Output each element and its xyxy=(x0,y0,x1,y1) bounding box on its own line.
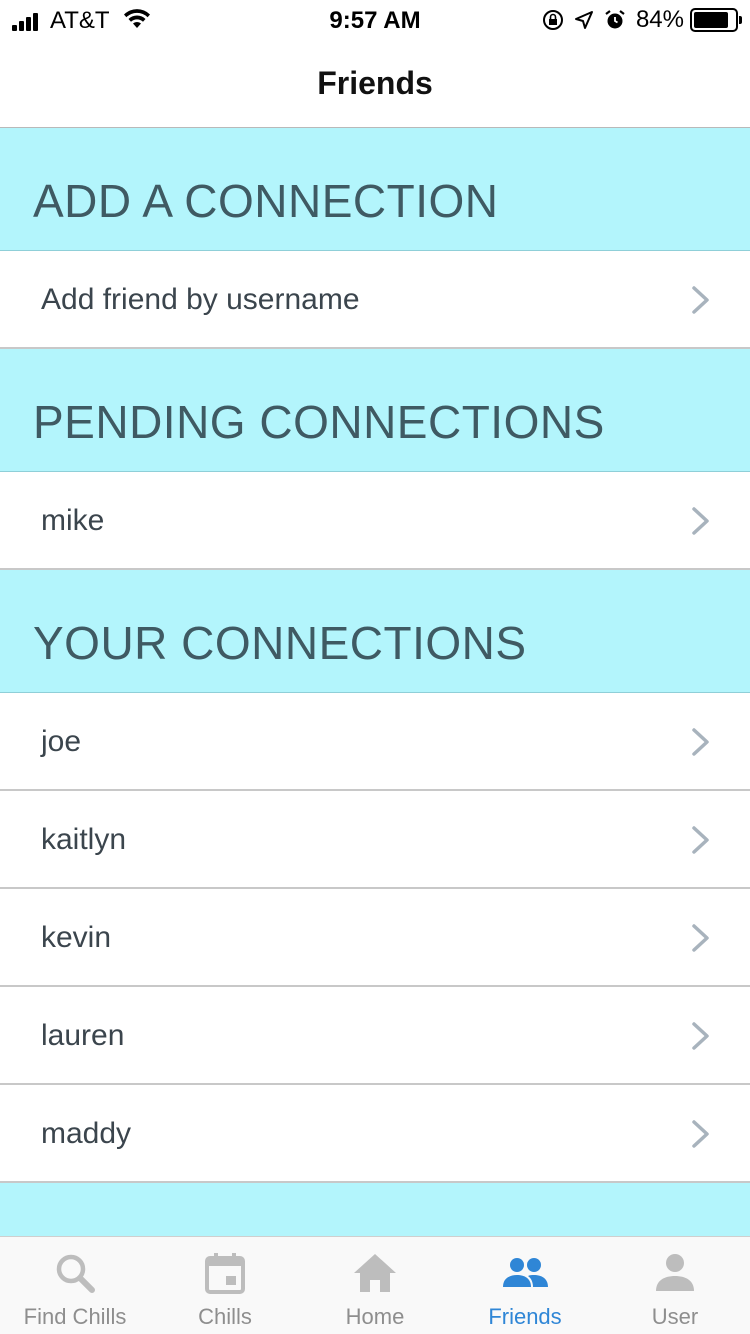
tab-label: Friends xyxy=(488,1304,562,1329)
status-right: 84% xyxy=(542,6,742,33)
connection-row[interactable]: maddy xyxy=(0,1085,750,1183)
section-title-yours: YOUR CONNECTIONS xyxy=(33,617,527,669)
row-label: mike xyxy=(41,504,105,537)
tab-user[interactable]: User xyxy=(600,1237,750,1334)
chevron-right-icon xyxy=(692,728,709,756)
connection-row[interactable]: kevin xyxy=(0,889,750,987)
row-label: joe xyxy=(41,725,82,758)
tab-home[interactable]: Home xyxy=(300,1237,450,1334)
tab-label: Home xyxy=(345,1304,405,1329)
location-arrow-icon xyxy=(574,10,594,30)
tab-label: User xyxy=(651,1304,699,1329)
tab-friends[interactable]: Friends xyxy=(450,1237,600,1334)
tab-chills[interactable]: Chills xyxy=(150,1237,300,1334)
connection-row[interactable]: kaitlyn xyxy=(0,791,750,889)
connection-row[interactable]: lauren xyxy=(0,987,750,1085)
battery-fill xyxy=(694,12,728,28)
page-title: Friends xyxy=(317,65,433,101)
battery-percent: 84% xyxy=(635,6,684,33)
tab-label: Chills xyxy=(198,1304,252,1329)
section-title-pending: PENDING CONNECTIONS xyxy=(33,396,605,448)
status-bar: AT&T 9:57 AM 84% xyxy=(0,0,750,40)
add-friend-row[interactable]: Add friend by username xyxy=(0,251,750,349)
section-header-partial xyxy=(0,1183,750,1236)
search-icon xyxy=(56,1254,95,1293)
home-icon xyxy=(354,1254,396,1292)
row-label: lauren xyxy=(41,1019,125,1052)
connection-row[interactable]: joe xyxy=(0,693,750,791)
chevron-right-icon xyxy=(692,1022,709,1050)
section-title-add: ADD A CONNECTION xyxy=(33,175,499,227)
orientation-lock-icon xyxy=(542,9,564,31)
tab-label: Find Chills xyxy=(23,1304,127,1329)
section-header-pending: PENDING CONNECTIONS xyxy=(0,349,750,472)
row-label: maddy xyxy=(41,1117,132,1150)
row-label: kevin xyxy=(41,921,112,954)
chevron-right-icon xyxy=(692,286,709,314)
battery-icon xyxy=(690,8,742,32)
tab-find-chills[interactable]: Find Chills xyxy=(0,1237,150,1334)
chevron-right-icon xyxy=(692,924,709,952)
calendar-icon xyxy=(205,1253,245,1294)
row-label: Add friend by username xyxy=(41,283,360,316)
section-header-yours: YOUR CONNECTIONS xyxy=(0,570,750,693)
people-icon xyxy=(503,1258,548,1287)
chevron-right-icon xyxy=(692,507,709,535)
section-header-add: ADD A CONNECTION xyxy=(0,128,750,251)
alarm-icon xyxy=(604,9,626,31)
pending-connection-row[interactable]: mike xyxy=(0,472,750,570)
navigation-bar: Friends xyxy=(0,40,750,128)
chevron-right-icon xyxy=(692,1120,709,1148)
row-label: kaitlyn xyxy=(41,823,127,856)
chevron-right-icon xyxy=(692,826,709,854)
tab-bar: Find Chills Chills Home Friends User xyxy=(0,1236,750,1334)
person-icon xyxy=(656,1254,694,1291)
friends-list[interactable]: ADD A CONNECTION Add friend by username … xyxy=(0,128,750,1236)
